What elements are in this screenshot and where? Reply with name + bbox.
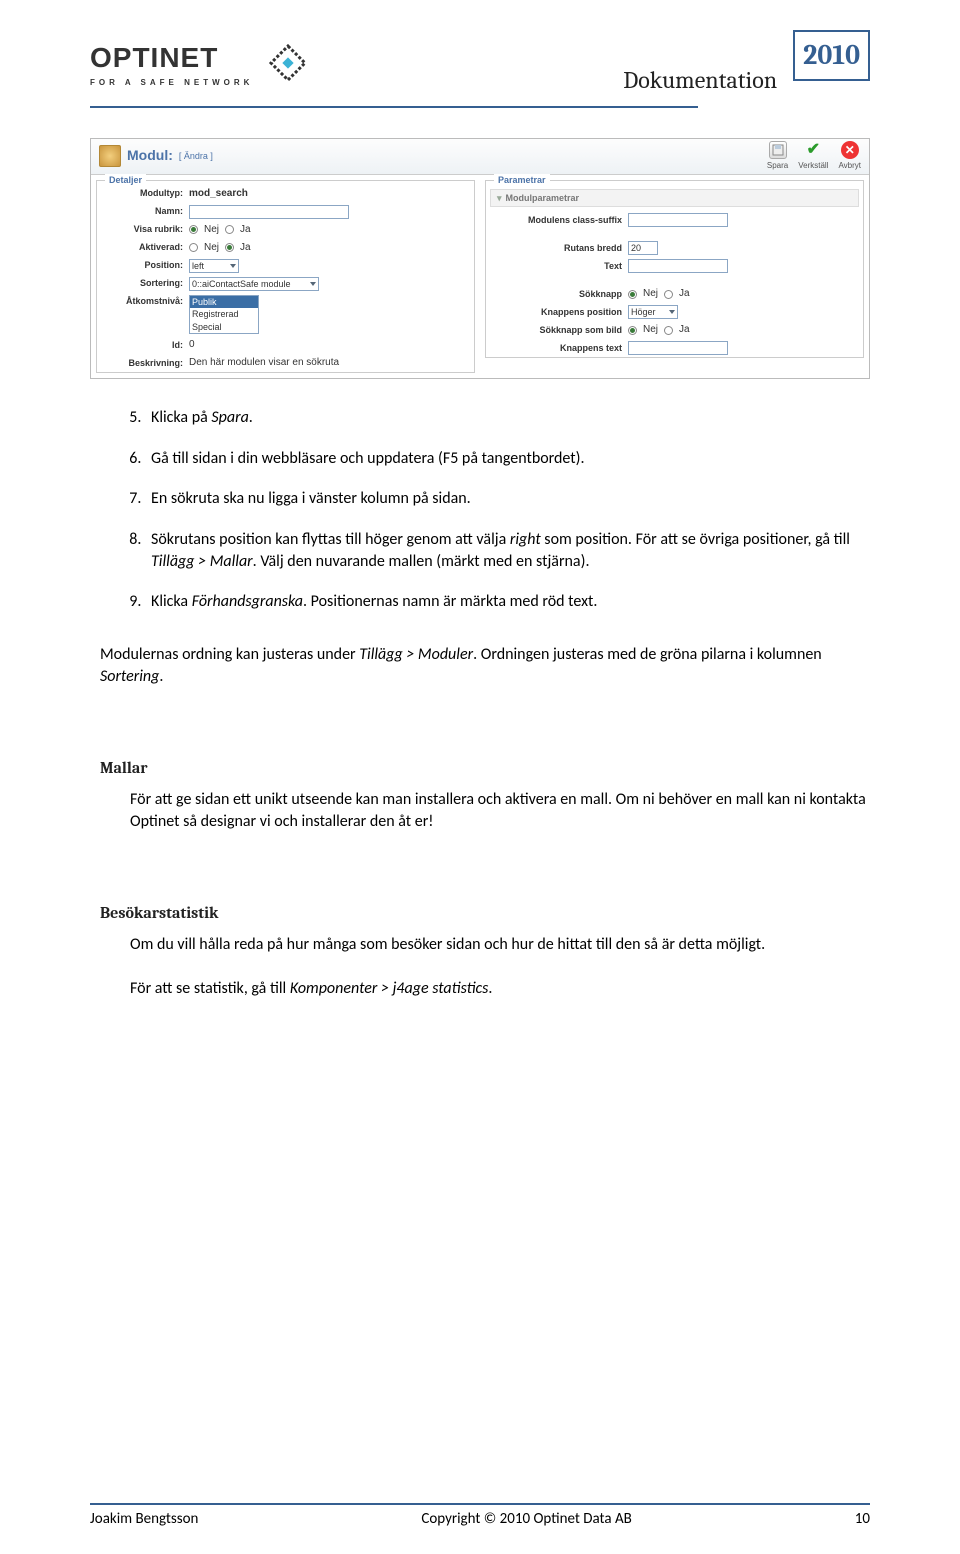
atkomst-label: Åtkomstnivå: bbox=[103, 295, 183, 308]
list-item[interactable]: Registrerad bbox=[190, 308, 258, 321]
visarubrik-ja-radio[interactable] bbox=[225, 225, 234, 234]
radio-nej-label: Nej bbox=[204, 241, 219, 255]
radio-ja-label: Ja bbox=[240, 223, 251, 237]
namn-label: Namn: bbox=[103, 205, 183, 218]
aktiverad-label: Aktiverad: bbox=[103, 241, 183, 254]
close-icon: ✕ bbox=[841, 141, 859, 159]
list-item-9: Klicka Förhandsgranska. Positionernas na… bbox=[145, 591, 870, 613]
heading-besokarstatistik: Besökarstatistik bbox=[100, 902, 870, 924]
list-item-7: En sökruta ska nu ligga i vänster kolumn… bbox=[145, 488, 870, 510]
sortering-select[interactable]: 0::aiContactSafe module bbox=[189, 277, 319, 291]
sokknapp-bild-label: Sökknapp som bild bbox=[492, 324, 622, 337]
text-label: Text bbox=[492, 260, 622, 273]
sortering-label: Sortering: bbox=[103, 277, 183, 290]
sokknapp-ja-radio[interactable] bbox=[664, 290, 673, 299]
chevron-down-icon: ▾ bbox=[497, 193, 502, 203]
footer-author: Joakim Bengtsson bbox=[90, 1509, 198, 1530]
save-button[interactable]: Spara bbox=[767, 141, 788, 171]
knapp-text-input[interactable] bbox=[628, 341, 728, 355]
radio-nej-label: Nej bbox=[204, 223, 219, 237]
page-footer: Joakim Bengtsson Copyright © 2010 Optine… bbox=[90, 1503, 870, 1530]
document-title: Dokumentation bbox=[315, 64, 783, 98]
rutans-bredd-label: Rutans bredd bbox=[492, 242, 622, 255]
list-item-5: Klicka på Spara. bbox=[145, 407, 870, 429]
embedded-screenshot: Modul: [ Ändra ] Spara ✔ Verkställ ✕ Avb… bbox=[90, 138, 870, 380]
paragraph-modules-order: Modulernas ordning kan justeras under Ti… bbox=[100, 644, 870, 689]
sokknapp-bild-ja-radio[interactable] bbox=[664, 326, 673, 335]
list-item-8: Sökrutans position kan flyttas till höge… bbox=[145, 529, 870, 574]
page-header: OPTINET FOR A SAFE NETWORK Dokumentation… bbox=[90, 30, 870, 98]
namn-input[interactable] bbox=[189, 205, 349, 219]
visarubrik-label: Visa rubrik: bbox=[103, 223, 183, 236]
apply-button[interactable]: ✔ Verkställ bbox=[798, 141, 828, 171]
modultyp-label: Modultyp: bbox=[103, 187, 183, 200]
visarubrik-nej-radio[interactable] bbox=[189, 225, 198, 234]
list-item[interactable]: Publik bbox=[190, 296, 258, 309]
beskrivning-label: Beskrivning: bbox=[103, 357, 183, 370]
aktiverad-nej-radio[interactable] bbox=[189, 243, 198, 252]
list-item-6: Gå till sidan i din webbläsare och uppda… bbox=[145, 448, 870, 470]
instruction-list: Klicka på Spara. Gå till sidan i din web… bbox=[90, 407, 870, 613]
save-label: Spara bbox=[767, 160, 788, 171]
module-heading: Modul: bbox=[127, 146, 173, 166]
module-icon bbox=[99, 145, 121, 167]
sokknapp-bild-nej-radio[interactable] bbox=[628, 326, 637, 335]
text-input[interactable] bbox=[628, 259, 728, 273]
paragraph-besok-1: Om du vill hålla reda på hur många som b… bbox=[130, 934, 870, 956]
details-legend: Detaljer bbox=[105, 174, 146, 187]
header-rule bbox=[90, 106, 698, 108]
class-suffix-input[interactable] bbox=[628, 213, 728, 227]
radio-ja-label: Ja bbox=[240, 241, 251, 255]
position-label: Position: bbox=[103, 259, 183, 272]
paragraph-mallar: För att ge sidan ett unikt utseende kan … bbox=[130, 789, 870, 834]
knapp-pos-select[interactable]: Höger bbox=[628, 305, 678, 319]
list-item[interactable]: Special bbox=[190, 321, 258, 334]
aktiverad-ja-radio[interactable] bbox=[225, 243, 234, 252]
logo-tagline: FOR A SAFE NETWORK bbox=[90, 77, 253, 88]
logo-word: OPTINET bbox=[90, 38, 253, 77]
class-suffix-label: Modulens class-suffix bbox=[492, 214, 622, 227]
logo: OPTINET FOR A SAFE NETWORK bbox=[90, 36, 315, 90]
logo-diamond-icon bbox=[261, 36, 315, 90]
params-legend: Parametrar bbox=[494, 174, 550, 187]
beskrivning-value: Den här modulen visar en sökruta bbox=[189, 356, 339, 370]
footer-page: 10 bbox=[855, 1509, 870, 1530]
knapp-text-label: Knappens text bbox=[492, 342, 622, 355]
position-select[interactable]: left bbox=[189, 259, 239, 273]
details-fieldset: Detaljer Modultyp: mod_search Namn: Visa… bbox=[96, 180, 475, 374]
rutans-bredd-input[interactable]: 20 bbox=[628, 241, 658, 255]
module-subheading: [ Ändra ] bbox=[179, 150, 213, 163]
cancel-label: Avbryt bbox=[838, 160, 861, 171]
heading-mallar: Mallar bbox=[100, 757, 870, 779]
sokknapp-label: Sökknapp bbox=[492, 288, 622, 301]
knapp-pos-label: Knappens position bbox=[492, 306, 622, 319]
atkomst-list[interactable]: Publik Registrerad Special bbox=[189, 295, 259, 335]
paragraph-besok-2: För att se statistik, gå till Komponente… bbox=[130, 978, 870, 1000]
footer-copyright: Copyright © 2010 Optinet Data AB bbox=[421, 1509, 631, 1530]
apply-label: Verkställ bbox=[798, 160, 828, 171]
save-icon bbox=[769, 141, 787, 159]
footer-rule bbox=[90, 1503, 870, 1505]
id-value: 0 bbox=[189, 338, 195, 352]
modultyp-value: mod_search bbox=[189, 187, 248, 201]
cancel-button[interactable]: ✕ Avbryt bbox=[838, 141, 861, 171]
toolbar: Modul: [ Ändra ] Spara ✔ Verkställ ✕ Avb… bbox=[91, 139, 869, 175]
year-box: 2010 bbox=[793, 30, 870, 81]
check-icon: ✔ bbox=[804, 141, 822, 159]
modulparam-accordion[interactable]: ▾Modulparametrar bbox=[490, 189, 859, 208]
sokknapp-nej-radio[interactable] bbox=[628, 290, 637, 299]
params-fieldset: Parametrar ▾Modulparametrar Modulens cla… bbox=[485, 180, 864, 359]
id-label: Id: bbox=[103, 339, 183, 352]
